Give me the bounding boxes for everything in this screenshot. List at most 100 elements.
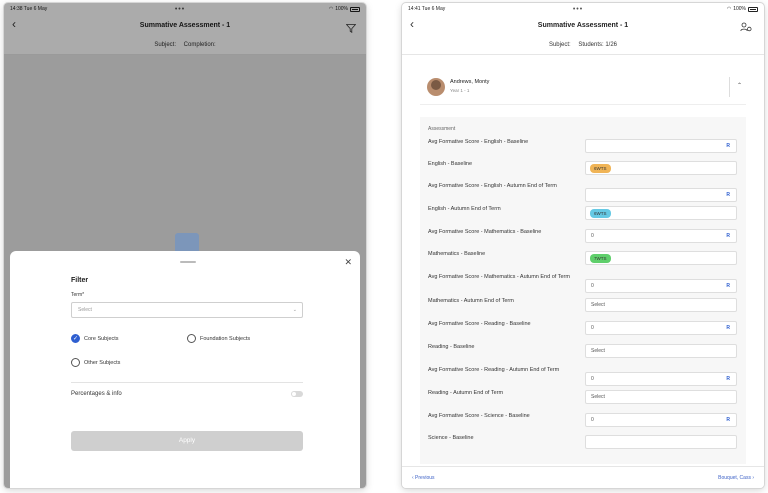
student-card[interactable]: Andrews, Monty Year 1 - 1 ⌃ — [420, 73, 746, 105]
divider — [729, 77, 730, 97]
page-title: Summative Assessment - 1 — [537, 21, 629, 29]
status-bar: 14:41 Tue 6 May ••• ◠ 100% — [402, 3, 764, 15]
battery-icon — [748, 6, 758, 12]
field-value: Select — [591, 302, 605, 308]
grade-select[interactable]: Select — [585, 390, 737, 404]
next-student-link[interactable]: Bouquet, Cass › — [718, 475, 754, 481]
assessment-row: Avg Formative Score - English - Baseline… — [428, 139, 738, 159]
sheet-grabber[interactable] — [180, 261, 196, 263]
field-value: Select — [591, 394, 605, 400]
student-year: Year 1 - 1 — [450, 88, 470, 93]
score-input[interactable] — [585, 435, 737, 449]
assessment-label: Avg Formative Score - English - Baseline — [428, 139, 529, 145]
assessment-row: Mathematics - Autumn End of Term Select — [428, 298, 738, 318]
assessment-row: Avg Formative Score - Reading - Autumn E… — [428, 367, 738, 387]
other-subjects-label: Other Subjects — [84, 359, 121, 366]
field-value: 0 — [591, 325, 594, 331]
reset-icon[interactable]: R — [726, 280, 730, 292]
reset-icon[interactable]: R — [726, 322, 730, 334]
assessment-label: Mathematics - Autumn End of Term — [428, 298, 514, 304]
chevron-down-icon: ⌄ — [292, 307, 297, 313]
grade-field[interactable]: 7WTS — [585, 251, 737, 265]
left-screen: 14:38 Tue 6 May ••• ◠ 100% ‹ Summative A… — [4, 3, 366, 488]
grade-select[interactable]: Select — [585, 298, 737, 312]
field-value: 0 — [591, 233, 594, 239]
subject-row: Subject: Students: 1/26 — [402, 35, 764, 55]
checkmark-icon: ✓ — [71, 334, 80, 343]
assessment-label: Avg Formative Score - Science - Baseline — [428, 413, 530, 419]
grade-badge: 6WTS — [590, 164, 611, 173]
term-placeholder: Select — [78, 307, 92, 313]
assessment-row: Avg Formative Score - Mathematics - Autu… — [428, 274, 738, 294]
term-select[interactable]: Select ⌄ — [71, 302, 303, 318]
assessment-row: Avg Formative Score - English - Autumn E… — [428, 183, 738, 203]
reset-icon[interactable]: R — [726, 189, 730, 201]
subject-label: Subject: — [548, 42, 571, 48]
assessment-label: Avg Formative Score - Mathematics - Autu… — [428, 274, 570, 280]
apply-button[interactable]: Apply — [71, 431, 303, 451]
assessment-row: Reading - Baseline Select — [428, 344, 738, 364]
assessment-row: Science - Baseline — [428, 435, 738, 455]
field-value: 0 — [591, 376, 594, 382]
assessment-label: Avg Formative Score - English - Autumn E… — [428, 183, 557, 189]
assessment-row: Avg Formative Score - Mathematics - Base… — [428, 229, 738, 249]
multitask-dots[interactable]: ••• — [448, 6, 708, 13]
avatar — [427, 78, 445, 96]
assessment-label: Avg Formative Score - Reading - Autumn E… — [428, 367, 560, 373]
status-time: 14:41 Tue 6 May — [408, 6, 446, 12]
filter-sheet: ✕ Filter Term* Select ⌄ ✓ Core Subjects … — [10, 251, 360, 488]
score-input[interactable]: 0R — [585, 372, 737, 386]
assessment-label: Avg Formative Score - Reading - Baseline — [428, 321, 531, 327]
wifi-icon: ◠ — [726, 6, 732, 12]
radio-foundation-subjects[interactable]: Foundation Subjects — [187, 334, 250, 343]
foundation-subjects-label: Foundation Subjects — [200, 335, 251, 342]
grade-field[interactable]: 6WTS — [585, 161, 737, 175]
divider — [71, 382, 303, 383]
percentages-toggle[interactable] — [291, 391, 303, 397]
radio-core-subjects[interactable]: ✓ Core Subjects — [71, 334, 119, 343]
grade-badge: 6WTS — [590, 209, 611, 218]
assessment-label: Reading - Baseline — [428, 344, 475, 350]
student-name: Andrews, Monty — [450, 79, 490, 85]
grade-select[interactable]: Select — [585, 344, 737, 358]
status-system: ◠ 100% — [708, 6, 758, 12]
field-value: 0 — [591, 417, 594, 423]
term-label: Term* — [71, 292, 85, 298]
assessment-label: Mathematics - Baseline — [428, 251, 486, 257]
score-input[interactable]: R — [585, 139, 737, 153]
field-value: 0 — [591, 283, 594, 289]
radio-circle-icon — [71, 358, 80, 367]
nav-bar: ‹ Summative Assessment - 1 — [402, 15, 764, 35]
reset-icon[interactable]: R — [726, 140, 730, 152]
grade-field[interactable]: 6WTS — [585, 206, 737, 220]
chevron-up-icon[interactable]: ⌃ — [737, 82, 742, 89]
assessment-label: Avg Formative Score - Mathematics - Base… — [428, 229, 542, 235]
reset-icon[interactable]: R — [726, 414, 730, 426]
assessment-label: English - Baseline — [428, 161, 473, 167]
score-input[interactable]: 0R — [585, 229, 737, 243]
score-input[interactable]: 0R — [585, 321, 737, 335]
reset-icon[interactable]: R — [726, 230, 730, 242]
score-input[interactable]: 0R — [585, 413, 737, 427]
field-value: Select — [591, 348, 605, 354]
assessment-label: English - Autumn End of Term — [428, 206, 501, 212]
close-icon[interactable]: ✕ — [344, 257, 352, 268]
back-chevron-icon[interactable]: ‹ — [410, 18, 414, 30]
assessment-label: Reading - Autumn End of Term — [428, 390, 504, 396]
assessment-row: English - Baseline 6WTS — [428, 161, 738, 181]
assessment-row: Mathematics - Baseline 7WTS — [428, 251, 738, 271]
assessment-row: Avg Formative Score - Reading - Baseline… — [428, 321, 738, 341]
score-input[interactable]: R — [585, 188, 737, 202]
core-subjects-label: Core Subjects — [84, 335, 119, 342]
students-count: Students: 1/26 — [578, 42, 618, 48]
assessment-heading: Assessment — [428, 126, 456, 132]
radio-other-subjects[interactable]: Other Subjects — [71, 358, 120, 367]
grade-badge: 7WTS — [590, 254, 611, 263]
radio-circle-icon — [187, 334, 196, 343]
reset-icon[interactable]: R — [726, 373, 730, 385]
previous-student-link[interactable]: ‹ Previous — [412, 475, 435, 481]
assessment-label: Science - Baseline — [428, 435, 474, 441]
assessment-row: Avg Formative Score - Science - Baseline… — [428, 413, 738, 433]
assessment-panel: Assessment Avg Formative Score - English… — [420, 117, 746, 464]
score-input[interactable]: 0R — [585, 279, 737, 293]
